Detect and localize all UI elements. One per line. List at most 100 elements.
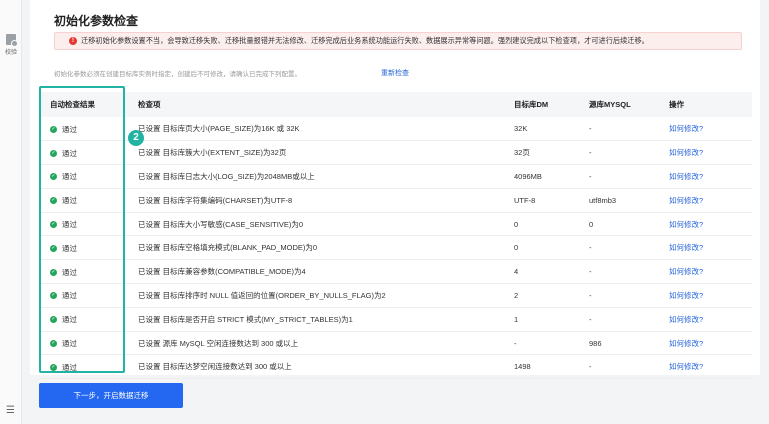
target-value-cell: 32页 (514, 140, 589, 166)
check-circle-icon: ✓ (50, 340, 57, 348)
how-to-modify-link[interactable]: 如何修改? (669, 172, 703, 181)
table-row: ✓ 通过 已设置 目标库字符集编码(CHARSET)为UTF-8 UTF-8 utf8m… (40, 188, 752, 213)
action-cell: 如何修改? (669, 307, 752, 332)
status-badge: ✓ 通过 (50, 124, 77, 135)
source-value-cell: - (589, 283, 669, 308)
check-circle-icon: ✓ (50, 316, 57, 324)
how-to-modify-link[interactable]: 如何修改? (669, 148, 703, 157)
check-item-cell: 已设置 目标库大小写敏感(CASE_SENSITIVE)为0 (138, 212, 514, 237)
action-cell: 如何修改? (669, 140, 752, 166)
warning-banner: ! 迁移初始化参数设置不当，会导致迁移失败、迁移批量报错并无法修改、迁移完成后业… (54, 32, 742, 50)
check-item-cell: 已设置 目标库页大小(PAGE_SIZE)为16K 或 32K (138, 117, 514, 142)
source-value-cell: - (589, 307, 669, 332)
next-step-button[interactable]: 下一步，开启数据迁移 (39, 383, 183, 408)
result-cell: ✓ 通过 (40, 331, 138, 356)
target-value-cell: UTF-8 (514, 188, 589, 213)
how-to-modify-link[interactable]: 如何修改? (669, 291, 703, 300)
source-value-cell: 0 (589, 212, 669, 237)
check-item-cell: 已设置 源库 MySQL 空闲连接数达到 300 或以上 (138, 331, 514, 356)
table-row: ✓ 通过 已设置 目标库是否开启 STRICT 模式(MY_STRICT_TABLE… (40, 307, 752, 332)
status-text: 通过 (62, 243, 77, 253)
result-cell: ✓ 通过 (40, 283, 138, 308)
error-icon: ! (69, 37, 77, 45)
table-header-row: 自动检查结果 检查项 目标库DM 源库MYSQL 操作 (40, 92, 752, 117)
column-header-action: 操作 (669, 92, 752, 117)
status-badge: ✓ 通过 (50, 267, 77, 278)
action-cell: 如何修改? (669, 235, 752, 261)
status-badge: ✓ 通过 (50, 243, 77, 254)
result-cell: ✓ 通过 (40, 140, 138, 166)
result-cell: ✓ 通过 (40, 259, 138, 285)
status-badge: ✓ 通过 (50, 314, 77, 325)
table-row: ✓ 通过 已设置 目标库页大小(PAGE_SIZE)为16K 或 32K 32K - 如何… (40, 117, 752, 142)
check-circle-icon: ✓ (50, 149, 57, 157)
check-circle-icon: ✓ (50, 292, 57, 300)
how-to-modify-link[interactable]: 如何修改? (669, 124, 703, 133)
source-value-cell: - (589, 164, 669, 189)
warning-text: 迁移初始化参数设置不当，会导致迁移失败、迁移批量报错并无法修改、迁移完成后业务系… (81, 36, 649, 45)
step-marker: 2 (128, 130, 144, 146)
status-text: 通过 (62, 196, 77, 206)
column-header-result: 自动检查结果 (40, 92, 138, 117)
check-item-cell: 已设置 目标库兼容参数(COMPATIBLE_MODE)为4 (138, 259, 514, 285)
source-value-cell: - (589, 140, 669, 166)
target-value-cell: 0 (514, 212, 589, 237)
document-check-icon (6, 34, 18, 47)
action-cell: 如何修改? (669, 212, 752, 237)
check-item-cell: 已设置 目标库是否开启 STRICT 模式(MY_STRICT_TABLES)为… (138, 307, 514, 332)
how-to-modify-link[interactable]: 如何修改? (669, 362, 703, 371)
table-row: ✓ 通过 已设置 源库 MySQL 空闲连接数达到 300 或以上 -986 如何修改? (40, 331, 752, 356)
action-cell: 如何修改? (669, 117, 752, 142)
action-cell: 如何修改? (669, 331, 752, 356)
menu-collapse-icon[interactable]: ☰ (6, 405, 15, 416)
hint-text: 初始化参数必须在创建目标库实例时指定，创建后不可修改，请确认已完成下列配置。 (54, 71, 301, 78)
table-row: ✓ 通过 已设置 目标库日志大小(LOG_SIZE)为2048MB或以上 4096MB… (40, 164, 752, 189)
source-value-cell: - (589, 235, 669, 261)
how-to-modify-link[interactable]: 如何修改? (669, 220, 703, 229)
status-text: 通过 (62, 124, 77, 134)
check-circle-icon: ✓ (50, 363, 57, 371)
target-value-cell: 32K (514, 117, 589, 142)
status-text: 通过 (62, 148, 77, 158)
how-to-modify-link[interactable]: 如何修改? (669, 339, 703, 348)
status-badge: ✓ 通过 (50, 148, 77, 159)
action-cell: 如何修改? (669, 188, 752, 213)
source-value-cell: - (589, 259, 669, 285)
result-cell: ✓ 通过 (40, 235, 138, 261)
table-row: ✓ 通过 已设置 目标库大小写敏感(CASE_SENSITIVE)为0 0 0 如何修改? (40, 212, 752, 237)
recheck-link[interactable]: 重新检查 (381, 68, 409, 78)
action-cell: 如何修改? (669, 354, 752, 380)
check-circle-icon: ✓ (50, 268, 57, 276)
status-badge: ✓ 通过 (50, 338, 77, 349)
sidebar-item-verify[interactable]: 校验 (0, 34, 22, 56)
status-text: 通过 (62, 291, 77, 301)
column-header-item: 检查项 (138, 92, 514, 117)
check-circle-icon: ✓ (50, 221, 57, 229)
target-value-cell: 4 (514, 259, 589, 285)
source-value-cell: - (589, 117, 669, 142)
status-badge: ✓ 通过 (50, 171, 77, 182)
table-row: ✓ 通过 已设置 目标库簇大小(EXTENT_SIZE)为32页 32页 - 如何修改? (40, 140, 752, 166)
status-text: 通过 (62, 220, 77, 230)
result-cell: ✓ 通过 (40, 354, 138, 380)
target-value-cell: - (514, 331, 589, 356)
how-to-modify-link[interactable]: 如何修改? (669, 243, 703, 252)
param-check-card: 初始化参数检查 ! 迁移初始化参数设置不当，会导致迁移失败、迁移批量报错并无法修… (30, 6, 760, 380)
status-text: 通过 (62, 267, 77, 277)
check-item-cell: 已设置 目标库字符集编码(CHARSET)为UTF-8 (138, 188, 514, 213)
sidebar-item-label: 校验 (4, 50, 17, 56)
how-to-modify-link[interactable]: 如何修改? (669, 267, 703, 276)
how-to-modify-link[interactable]: 如何修改? (669, 196, 703, 205)
result-cell: ✓ 通过 (40, 164, 138, 189)
status-badge: ✓ 通过 (50, 195, 77, 206)
check-circle-icon: ✓ (50, 197, 57, 205)
result-cell: ✓ 通过 (40, 307, 138, 332)
status-badge: ✓ 通过 (50, 219, 77, 230)
how-to-modify-link[interactable]: 如何修改? (669, 315, 703, 324)
target-value-cell: 0 (514, 235, 589, 261)
page-title: 初始化参数检查 (54, 14, 139, 28)
check-item-cell: 已设置 目标库空格填充模式(BLANK_PAD_MODE)为0 (138, 235, 514, 261)
table-row: ✓ 通过 已设置 目标库排序时 NULL 值返回的位置(ORDER_BY_NULLS… (40, 283, 752, 308)
table-row: ✓ 通过 已设置 目标库空格填充模式(BLANK_PAD_MODE)为0 0- 如何修改… (40, 235, 752, 261)
check-circle-icon: ✓ (50, 244, 57, 252)
